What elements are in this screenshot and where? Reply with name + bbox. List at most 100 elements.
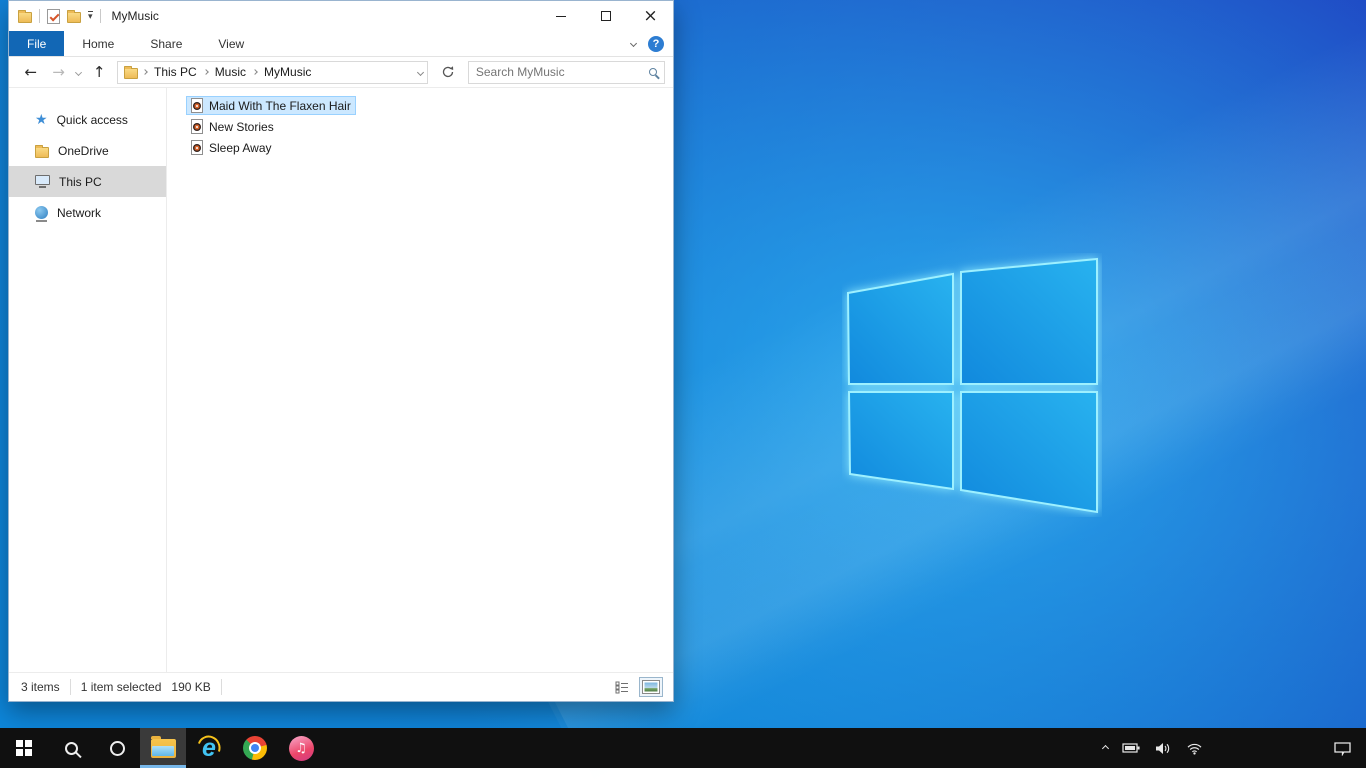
internet-explorer-icon: e (202, 736, 216, 761)
file-row-maid-with-the-flaxen-hair[interactable]: Maid With The Flaxen Hair (186, 96, 356, 115)
address-bar[interactable]: This PC Music MyMusic (117, 61, 428, 84)
new-folder-icon[interactable] (67, 12, 81, 23)
file-name: New Stories (209, 120, 274, 134)
file-row-sleep-away[interactable]: Sleep Away (186, 138, 277, 157)
sidebar-item-quick-access[interactable]: ★ Quick access (9, 104, 166, 135)
details-view-icon (615, 681, 629, 694)
sidebar-item-label: OneDrive (58, 144, 109, 158)
caption-buttons: × (538, 1, 673, 31)
chrome-button[interactable] (232, 728, 278, 768)
thumbnail-view-button[interactable] (639, 677, 663, 697)
address-dropdown-icon[interactable] (417, 68, 424, 75)
sidebar-item-this-pc[interactable]: This PC (9, 166, 166, 197)
window-title: MyMusic (112, 9, 159, 23)
quick-access-toolbar: ▾ MyMusic (9, 9, 159, 24)
breadcrumb-music[interactable]: Music (213, 65, 248, 79)
audio-file-icon (191, 119, 203, 134)
maximize-icon (601, 11, 611, 21)
file-list-pane[interactable]: Maid With The Flaxen Hair New Stories Sl… (167, 88, 673, 672)
action-center-icon[interactable] (1333, 741, 1352, 756)
taskbar-file-explorer-button[interactable] (140, 728, 186, 768)
chrome-icon (243, 736, 267, 760)
system-tray (1103, 728, 1366, 768)
sidebar-item-onedrive[interactable]: OneDrive (9, 135, 166, 166)
properties-icon[interactable] (47, 9, 60, 24)
cortana-icon (110, 741, 125, 756)
minimize-icon (556, 16, 566, 17)
taskbar: e ♫ (0, 728, 1366, 768)
file-row-new-stories[interactable]: New Stories (186, 117, 279, 136)
search-input[interactable] (476, 65, 649, 79)
battery-icon[interactable] (1122, 742, 1141, 754)
search-box[interactable] (468, 61, 665, 84)
itunes-button[interactable]: ♫ (278, 728, 324, 768)
divider (70, 679, 71, 695)
divider (100, 9, 101, 23)
back-button[interactable]: ← (21, 65, 41, 80)
tab-file[interactable]: File (9, 31, 64, 56)
help-icon[interactable]: ? (648, 36, 664, 52)
address-bar-row: ← → ↑ This PC Music MyMusic (9, 57, 673, 88)
status-bar: 3 items 1 item selected 190 KB (9, 672, 673, 701)
sidebar-item-label: Quick access (57, 113, 128, 127)
thumbnail-view-icon (642, 680, 660, 694)
start-button[interactable] (0, 728, 48, 768)
file-name: Sleep Away (209, 141, 272, 155)
taskbar-search-button[interactable] (48, 728, 94, 768)
maximize-button[interactable] (583, 1, 628, 31)
details-view-button[interactable] (612, 678, 632, 697)
close-icon: × (643, 8, 657, 25)
view-toggles (612, 677, 663, 697)
forward-button[interactable]: → (49, 65, 69, 80)
chevron-right-icon[interactable] (252, 69, 258, 75)
audio-file-icon (191, 140, 203, 155)
window-content: ★ Quick access OneDrive This PC Network … (9, 88, 673, 672)
chevron-right-icon[interactable] (142, 69, 148, 75)
close-button[interactable]: × (628, 1, 673, 31)
breadcrumb-folder-icon (124, 68, 138, 79)
selection-count: 1 item selected (81, 680, 162, 694)
recent-locations-icon[interactable] (75, 68, 82, 75)
file-explorer-icon (151, 739, 176, 758)
tab-share[interactable]: Share (132, 31, 200, 56)
cortana-button[interactable] (94, 728, 140, 768)
refresh-icon (441, 65, 455, 79)
navigation-pane: ★ Quick access OneDrive This PC Network (9, 88, 167, 672)
qat-dropdown-icon[interactable]: ▾ (88, 11, 93, 21)
sidebar-item-network[interactable]: Network (9, 197, 166, 228)
divider (221, 679, 222, 695)
title-bar: ▾ MyMusic × (9, 1, 673, 31)
tab-home[interactable]: Home (64, 31, 132, 56)
explorer-window: ▾ MyMusic × File Home Share View ? ← → ↑… (8, 0, 674, 702)
internet-explorer-button[interactable]: e (186, 728, 232, 768)
breadcrumb-this-pc[interactable]: This PC (152, 65, 199, 79)
refresh-button[interactable] (436, 61, 460, 84)
window-folder-icon (18, 12, 32, 23)
chevron-right-icon[interactable] (203, 69, 209, 75)
quick-access-star-icon: ★ (35, 113, 48, 127)
item-count: 3 items (21, 680, 60, 694)
itunes-icon: ♫ (289, 736, 314, 761)
onedrive-folder-icon (35, 147, 49, 158)
ribbon-tab-bar: File Home Share View ? (9, 31, 673, 57)
up-button[interactable]: ↑ (89, 65, 109, 80)
minimize-button[interactable] (538, 1, 583, 31)
expand-ribbon-icon[interactable] (630, 40, 637, 47)
hidden-icons-chevron-icon[interactable] (1102, 744, 1109, 751)
divider (39, 9, 40, 23)
windows-start-icon (16, 740, 32, 756)
volume-icon[interactable] (1155, 742, 1172, 755)
sidebar-item-label: Network (57, 206, 101, 220)
breadcrumb-mymusic[interactable]: MyMusic (262, 65, 313, 79)
windows-logo-wallpaper (842, 253, 1102, 517)
selection-size: 190 KB (171, 680, 210, 694)
this-pc-monitor-icon (35, 175, 50, 185)
tab-view[interactable]: View (200, 31, 262, 56)
search-icon (649, 68, 657, 76)
ribbon-right-controls: ? (631, 31, 673, 56)
wifi-icon[interactable] (1186, 742, 1203, 755)
sidebar-item-label: This PC (59, 175, 102, 189)
audio-file-icon (191, 98, 203, 113)
network-globe-icon (35, 206, 48, 219)
file-name: Maid With The Flaxen Hair (209, 99, 351, 113)
